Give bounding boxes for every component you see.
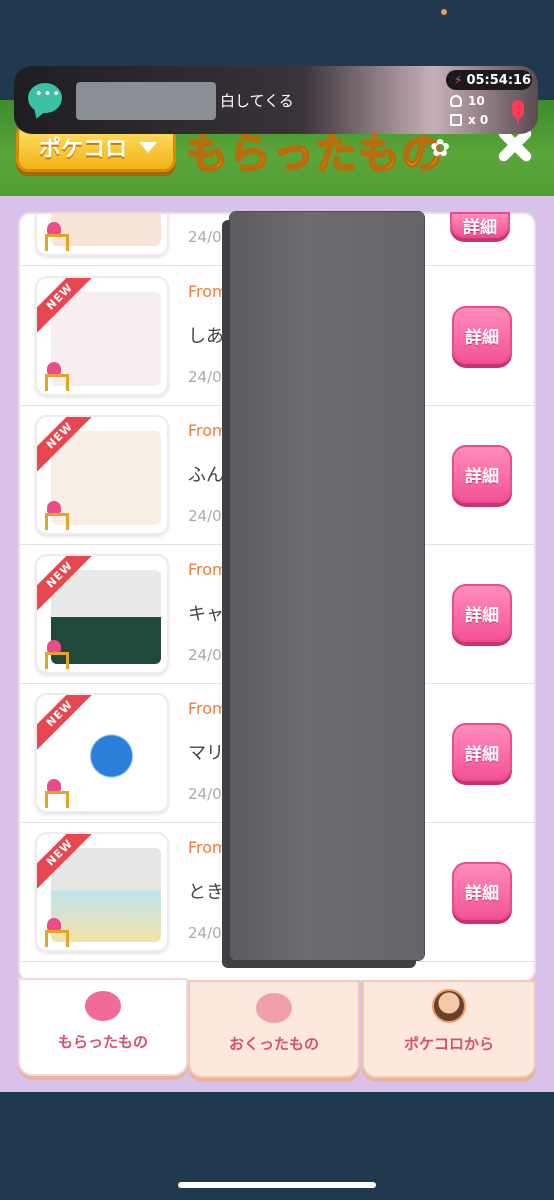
status-indicator-dot	[441, 9, 447, 15]
dropdown-label: ポケコロ	[39, 137, 128, 162]
item-date: 24/09	[188, 646, 232, 664]
item-name: とき	[188, 882, 224, 903]
item-image	[51, 709, 161, 803]
tab-label: おくったもの	[228, 1035, 319, 1053]
item-from: From:	[188, 838, 234, 857]
tab-label: ポケコロから	[403, 1035, 494, 1053]
item-image	[51, 431, 161, 525]
item-thumbnail: NEW	[35, 832, 169, 952]
lightning-icon: ⚡	[454, 73, 463, 87]
item-thumbnail	[35, 214, 169, 256]
item-thumbnail: NEW	[35, 415, 169, 535]
redacted-username	[76, 82, 216, 120]
detail-button[interactable]: 詳細	[452, 862, 512, 920]
item-image	[51, 570, 161, 664]
item-thumbnail: NEW	[35, 276, 169, 396]
person-icon	[450, 95, 462, 107]
chair-icon	[43, 918, 69, 947]
item-image	[51, 292, 161, 386]
viewer-count-text: 10	[468, 94, 485, 108]
flower-icon: ✿	[430, 134, 451, 162]
item-image	[51, 848, 161, 942]
chair-icon	[43, 640, 69, 669]
timer-text: 05:54:16	[466, 72, 532, 88]
item-date: 24/09	[188, 228, 232, 246]
microphone-icon[interactable]	[512, 100, 524, 124]
redaction-overlay	[230, 212, 424, 960]
item-name: マリ	[188, 743, 224, 764]
item-date: 24/09	[188, 507, 232, 525]
chair-icon	[43, 222, 69, 251]
gift-count-text: x 0	[468, 113, 489, 127]
item-date: 24/09	[188, 924, 232, 942]
candy-back-icon	[256, 993, 292, 1023]
item-date: 24/09	[188, 785, 232, 803]
detail-button-partial[interactable]: 詳細	[450, 212, 510, 238]
bottom-tab-bar: もらったもの おくったもの ポケコロから	[18, 978, 536, 1080]
live-notification-banner[interactable]: 白してくる ⚡ 05:54:16 10 x 0	[14, 66, 538, 134]
item-thumbnail: NEW	[35, 693, 169, 813]
tab-label: もらったもの	[57, 1033, 148, 1051]
chevron-down-icon	[139, 141, 158, 153]
tab-from-pokecoro[interactable]: ポケコロから	[362, 980, 536, 1078]
item-from: From:	[188, 421, 234, 440]
detail-button[interactable]: 詳細	[452, 306, 512, 364]
detail-button[interactable]: 詳細	[452, 584, 512, 642]
home-indicator	[178, 1182, 376, 1188]
tab-sent[interactable]: おくったもの	[188, 980, 360, 1078]
candy-icon	[85, 991, 121, 1021]
item-name: ふん	[188, 465, 224, 486]
viewer-count: 10	[450, 94, 485, 108]
item-from: From:	[188, 560, 234, 579]
gift-icon	[450, 114, 462, 126]
avatar-icon	[432, 989, 466, 1023]
gift-count: x 0	[450, 113, 488, 127]
item-from: From:	[188, 282, 234, 301]
chair-icon	[43, 501, 69, 530]
chat-bubble-icon	[28, 83, 62, 113]
banner-message: 白してくる	[220, 92, 294, 110]
live-timer: ⚡ 05:54:16	[446, 70, 532, 90]
item-from: From:	[188, 699, 234, 718]
chair-icon	[43, 779, 69, 808]
item-thumbnail: NEW	[35, 554, 169, 674]
item-name: キャ	[188, 604, 224, 625]
item-name: しあ	[188, 326, 224, 347]
detail-button[interactable]: 詳細	[452, 723, 512, 781]
chair-icon	[43, 362, 69, 391]
detail-button[interactable]: 詳細	[452, 445, 512, 503]
tab-received[interactable]: もらったもの	[18, 978, 188, 1076]
item-date: 24/09	[188, 368, 232, 386]
